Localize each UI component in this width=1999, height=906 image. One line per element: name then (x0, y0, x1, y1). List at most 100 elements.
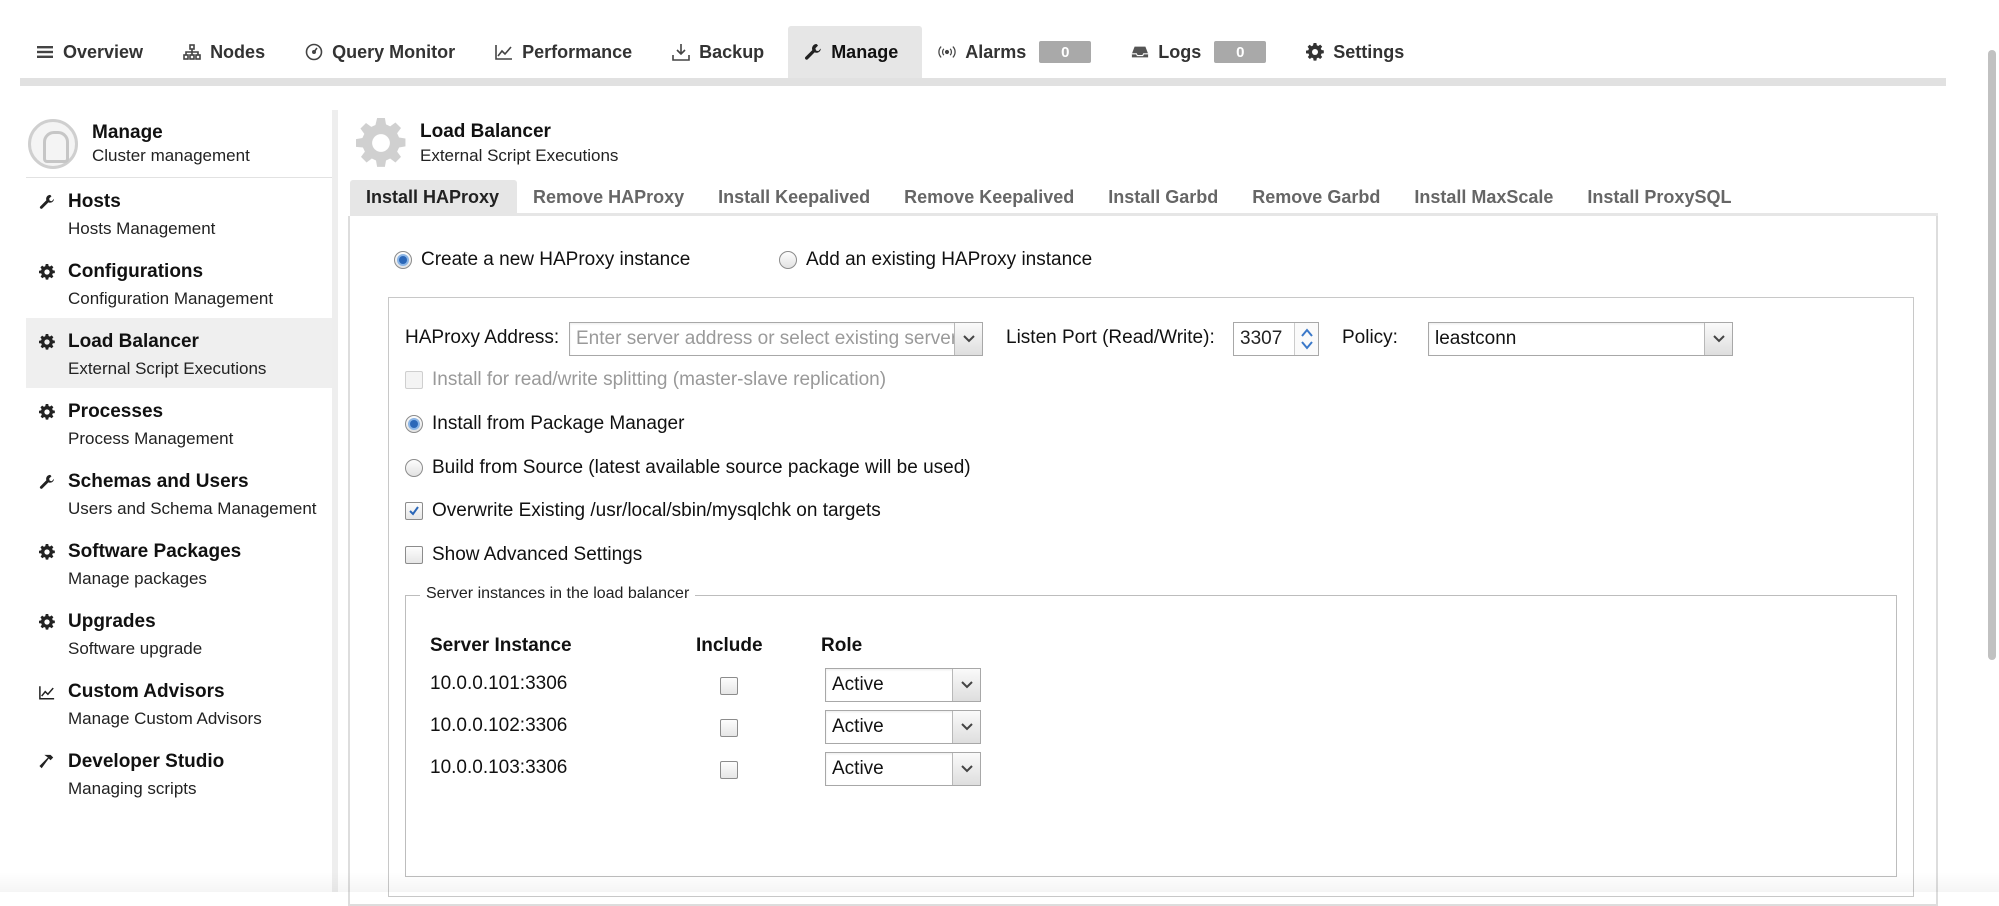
tab-remove-haproxy[interactable]: Remove HAProxy (517, 180, 702, 214)
sidebar-item-upgrades[interactable]: Upgrades Software upgrade (26, 598, 332, 668)
nav-nodes-label: Nodes (210, 41, 266, 62)
sidebar-header-subtitle: Cluster management (92, 145, 250, 165)
advanced-settings-checkbox[interactable] (405, 546, 423, 564)
gear-icon (38, 262, 56, 282)
rw-split-label: Install for read/write splitting (master… (432, 369, 887, 390)
mode-existing-radio[interactable] (779, 251, 797, 269)
sidebar-item-processes[interactable]: Processes Process Management (26, 388, 332, 458)
chevron-down-icon[interactable] (952, 669, 980, 701)
sidebar-item-load-balancer[interactable]: Load Balancer External Script Executions (26, 318, 332, 388)
build-source-radio[interactable] (405, 459, 423, 477)
sidebar-item-title: Hosts (68, 191, 121, 212)
sidebar-item-schemas-and-users[interactable]: Schemas and Users Users and Schema Manage… (26, 458, 332, 528)
tab-install-garbd[interactable]: Install Garbd (1092, 180, 1236, 214)
mode-create-option[interactable]: Create a new HAProxy instance (394, 249, 690, 271)
build-source-option[interactable]: Build from Source (latest available sour… (405, 457, 971, 479)
sidebar-item-title: Processes (68, 401, 164, 422)
inbox-icon (1131, 43, 1149, 61)
role-select[interactable]: Active (825, 668, 981, 702)
tab-install-keepalived[interactable]: Install Keepalived (702, 180, 888, 214)
role-select[interactable]: Active (825, 752, 981, 786)
nav-manage[interactable]: Manage (788, 26, 923, 78)
role-select[interactable]: Active (825, 710, 981, 744)
chevron-down-icon[interactable] (952, 711, 980, 743)
listen-port-label: Listen Port (Read/Write): (1006, 327, 1215, 348)
page-scrollbar[interactable] (1985, 50, 1999, 660)
chevron-down-icon[interactable] (1704, 323, 1732, 355)
bottom-fade (0, 872, 1999, 892)
checkmark-icon (409, 506, 419, 516)
nav-performance-label: Performance (522, 41, 633, 62)
overwrite-mysqlchk-label: Overwrite Existing /usr/local/sbin/mysql… (432, 500, 881, 521)
gear-icon (38, 332, 56, 352)
nav-nodes[interactable]: Nodes (167, 26, 289, 78)
overwrite-mysqlchk-option[interactable]: Overwrite Existing /usr/local/sbin/mysql… (405, 500, 881, 522)
sidebar-item-subtitle: Configuration Management (68, 289, 274, 308)
sidebar-item-custom-advisors[interactable]: Custom Advisors Manage Custom Advisors (26, 668, 332, 738)
nav-backup-label: Backup (699, 41, 765, 62)
include-checkbox[interactable] (720, 761, 738, 779)
alarms-count-badge: 0 (1039, 41, 1092, 63)
policy-select[interactable]: leastconn (1428, 322, 1733, 356)
column-header-role: Role (821, 635, 863, 656)
advanced-settings-option[interactable]: Show Advanced Settings (405, 544, 642, 566)
sidebar-header-title: Manage (92, 121, 163, 143)
sidebar-item-subtitle: Users and Schema Management (68, 499, 317, 518)
line-chart-icon (495, 43, 513, 61)
sidebar-item-subtitle: Managing scripts (68, 779, 197, 798)
nav-alarms[interactable]: Alarms 0 (922, 26, 1115, 78)
nav-settings[interactable]: Settings (1290, 26, 1428, 78)
chevron-down-icon[interactable] (952, 753, 980, 785)
mode-existing-option[interactable]: Add an existing HAProxy instance (779, 249, 1092, 271)
list-icon (36, 43, 54, 61)
build-source-label: Build from Source (latest available sour… (432, 457, 971, 478)
nav-query-monitor-label: Query Monitor (332, 41, 456, 62)
wrench-icon (38, 192, 56, 212)
sidebar-item-developer-studio[interactable]: Developer Studio Managing scripts (26, 738, 332, 808)
mode-create-radio[interactable] (394, 251, 412, 269)
chevron-down-icon[interactable] (954, 323, 982, 355)
role-value: Active (832, 758, 884, 779)
nav-performance[interactable]: Performance (479, 26, 656, 78)
overwrite-mysqlchk-checkbox[interactable] (405, 502, 423, 520)
sidebar-item-title: Schemas and Users (68, 471, 249, 492)
tab-install-maxscale[interactable]: Install MaxScale (1398, 180, 1571, 214)
sidebar-item-subtitle: Manage Custom Advisors (68, 709, 262, 728)
install-package-radio[interactable] (405, 415, 423, 433)
nav-query-monitor[interactable]: Query Monitor (289, 26, 479, 78)
gear-icon (1306, 43, 1325, 61)
haproxy-address-placeholder: Enter server address or select existing … (576, 328, 954, 349)
tab-install-haproxy[interactable]: Install HAProxy (350, 180, 518, 214)
sidebar-item-software-packages[interactable]: Software Packages Manage packages (26, 528, 332, 598)
manage-logo-icon (28, 118, 78, 169)
include-checkbox[interactable] (720, 677, 738, 695)
install-package-option[interactable]: Install from Package Manager (405, 413, 684, 435)
sidebar-item-hosts[interactable]: Hosts Hosts Management (26, 178, 332, 248)
nav-manage-label: Manage (831, 41, 899, 62)
stepper-buttons[interactable] (1294, 323, 1318, 355)
policy-value: leastconn (1435, 328, 1517, 349)
nav-logs[interactable]: Logs 0 (1115, 26, 1290, 78)
rw-split-option: Install for read/write splitting (master… (405, 369, 886, 391)
advanced-settings-label: Show Advanced Settings (432, 544, 643, 565)
logs-count-badge: 0 (1214, 41, 1267, 63)
nav-backup[interactable]: Backup (656, 26, 788, 78)
tab-install-proxysql[interactable]: Install ProxySQL (1571, 180, 1749, 214)
nav-overview[interactable]: Overview (20, 26, 167, 78)
sidebar-item-title: Developer Studio (68, 751, 225, 772)
scrollbar-thumb[interactable] (1988, 50, 1996, 660)
page-title: Load Balancer (420, 120, 551, 142)
page-header: Load Balancer External Script Executions (356, 115, 618, 171)
tab-remove-keepalived[interactable]: Remove Keepalived (888, 180, 1092, 214)
listen-port-stepper[interactable]: 3307 (1233, 322, 1319, 356)
haproxy-address-combobox[interactable]: Enter server address or select existing … (569, 322, 983, 356)
download-icon (672, 43, 690, 61)
server-instances-legend: Server instances in the load balancer (420, 585, 696, 603)
include-checkbox[interactable] (720, 719, 738, 737)
role-value: Active (832, 674, 884, 695)
tab-remove-garbd[interactable]: Remove Garbd (1236, 180, 1398, 214)
load-balancer-gear-icon (356, 115, 406, 171)
policy-label: Policy: (1342, 327, 1398, 348)
gauge-icon (305, 43, 323, 61)
sidebar-item-configurations[interactable]: Configurations Configuration Management (26, 248, 332, 318)
